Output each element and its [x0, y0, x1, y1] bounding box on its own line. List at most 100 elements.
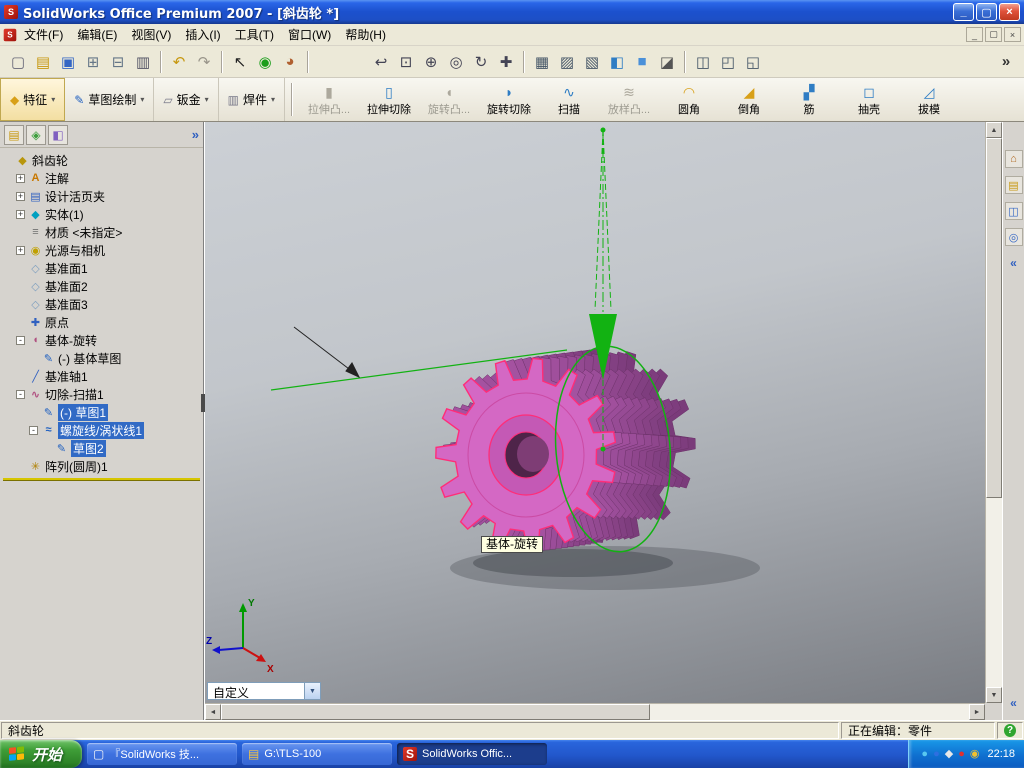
tray-icon-1[interactable]: ● — [921, 748, 928, 760]
tray-icon-3[interactable]: ◆ — [945, 748, 953, 760]
redo-button[interactable]: ↷ — [192, 50, 216, 74]
scroll-left-button[interactable]: ◄ — [205, 704, 221, 720]
rib-button[interactable]: ▞ 筋 — [779, 78, 839, 121]
revolve-boss-button[interactable]: ◖ 旋转凸... — [419, 78, 479, 121]
tree-item[interactable]: ≡ 材质 <未指定> — [0, 223, 203, 241]
configuration-tab-icon[interactable]: ◧ — [48, 124, 68, 145]
chevron-down-icon[interactable]: ▼ — [304, 683, 320, 699]
expand-toggle[interactable]: - — [16, 335, 25, 345]
help-icon[interactable]: ? — [1004, 724, 1016, 737]
close-button[interactable]: × — [999, 3, 1020, 21]
make-assembly-button[interactable]: ⊟ — [106, 50, 130, 74]
tree-item[interactable]: ✎ 草图2 — [0, 439, 203, 457]
tab-sheet-metal[interactable]: ▱ 钣金 ▾ — [154, 78, 219, 121]
pan-button[interactable]: ✚ — [494, 50, 518, 74]
expand-toggle[interactable]: + — [16, 245, 25, 255]
tray-icon-5[interactable]: ◉ — [970, 748, 980, 760]
expand-toggle[interactable]: + — [16, 209, 25, 219]
tree-item[interactable]: - ≈ 螺旋线/涡状线1 — [0, 421, 203, 439]
shadows-button[interactable]: ◪ — [655, 50, 679, 74]
toolbar-overflow-button[interactable]: » — [994, 50, 1018, 74]
panel-collapse-icon[interactable]: » — [192, 127, 199, 142]
scroll-right-button[interactable]: ► — [969, 704, 985, 720]
wireframe-button[interactable]: ▦ — [530, 50, 554, 74]
document-menu-icon[interactable]: S — [3, 28, 17, 41]
gear-model[interactable] — [435, 348, 696, 553]
expand-toggle[interactable]: + — [16, 173, 25, 183]
extrude-cut-button[interactable]: ▯ 拉伸切除 — [359, 78, 419, 121]
tree-item[interactable]: + A 注解 — [0, 169, 203, 187]
vertical-scrollbar[interactable]: ▲ ▼ — [985, 122, 1002, 703]
shaded-with-edges-button[interactable]: ◧ — [605, 50, 629, 74]
zoom-fit-button[interactable]: ◎ — [444, 50, 468, 74]
tree-item[interactable]: ╱ 基准轴1 — [0, 367, 203, 385]
property-manager-tab-icon[interactable]: ◈ — [26, 124, 46, 145]
tray-icon-4[interactable]: ● — [958, 748, 965, 760]
open-button[interactable]: ▤ — [31, 50, 55, 74]
undo-button[interactable]: ↶ — [167, 50, 191, 74]
menu-item[interactable]: 帮助(H) — [338, 24, 393, 45]
scroll-up-button[interactable]: ▲ — [986, 122, 1002, 138]
menu-item[interactable]: 插入(I) — [178, 24, 227, 45]
task-solidworks-app[interactable]: S SolidWorks Offic... — [397, 743, 548, 765]
chamfer-button[interactable]: ◢ 倒角 — [719, 78, 779, 121]
sweep-button[interactable]: ∿ 扫描 — [539, 78, 599, 121]
standard-views-button[interactable]: ◰ — [716, 50, 740, 74]
feature-tree-tab-icon[interactable]: ▤ — [4, 124, 24, 145]
section-view-button[interactable]: ◫ — [691, 50, 715, 74]
task-explorer-tls100[interactable]: ▤ G:\TLS-100 — [242, 743, 393, 765]
view-orientation-button[interactable]: ◱ — [741, 50, 765, 74]
tab-sketch[interactable]: ✎ 草图绘制 ▾ — [65, 78, 155, 121]
menu-item[interactable]: 文件(F) — [17, 24, 70, 45]
new-button[interactable]: ▢ — [6, 50, 30, 74]
extrude-boss-button[interactable]: ▮ 拉伸凸... — [299, 78, 359, 121]
zoom-area-button[interactable]: ⊡ — [394, 50, 418, 74]
tree-item[interactable]: ✎ (-) 基体草图 — [0, 349, 203, 367]
expand-toggle[interactable]: - — [16, 389, 25, 399]
tree-item[interactable]: ◆ 斜齿轮 — [0, 151, 203, 169]
resources-icon[interactable]: ⌂ — [1004, 150, 1023, 168]
child-minimize-button[interactable]: _ — [966, 27, 983, 42]
tree-item[interactable]: ✚ 原点 — [0, 313, 203, 331]
tab-weldments[interactable]: ▥ 焊件 ▾ — [219, 78, 285, 121]
file-explorer-icon[interactable]: ◫ — [1004, 202, 1023, 220]
child-close-button[interactable]: × — [1004, 27, 1021, 42]
3d-scene[interactable]: Y X Z — [205, 122, 986, 703]
rollback-bar[interactable] — [3, 478, 200, 481]
tree-item[interactable]: ✳ 阵列(圆周)1 — [0, 457, 203, 475]
edit-color-button[interactable]: ◕ — [278, 50, 302, 74]
tree-item[interactable]: ◇ 基准面2 — [0, 277, 203, 295]
rotate-view-button[interactable]: ↻ — [469, 50, 493, 74]
tree-item[interactable]: ◇ 基准面1 — [0, 259, 203, 277]
hidden-lines-removed-button[interactable]: ▧ — [580, 50, 604, 74]
view-previous-button[interactable]: ↩ — [369, 50, 393, 74]
tree-item[interactable]: + ◉ 光源与相机 — [0, 241, 203, 259]
loft-boss-button[interactable]: ≋ 放样凸... — [599, 78, 659, 121]
search-icon[interactable]: ◎ — [1004, 228, 1023, 246]
menu-item[interactable]: 视图(V) — [124, 24, 178, 45]
start-button[interactable]: 开始 — [0, 740, 83, 768]
child-restore-button[interactable]: ▢ — [985, 27, 1002, 42]
maximize-button[interactable]: ▢ — [976, 3, 997, 21]
menu-item[interactable]: 窗口(W) — [281, 24, 338, 45]
expand-toggle[interactable]: - — [29, 425, 38, 435]
vertical-scroll-thumb[interactable] — [986, 138, 1002, 499]
rebuild-button[interactable]: ◉ — [253, 50, 277, 74]
revolve-cut-button[interactable]: ◗ 旋转切除 — [479, 78, 539, 121]
draft-button[interactable]: ◿ 拔模 — [899, 78, 959, 121]
print-button[interactable]: ▥ — [131, 50, 155, 74]
menu-item[interactable]: 工具(T) — [228, 24, 281, 45]
hidden-lines-visible-button[interactable]: ▨ — [555, 50, 579, 74]
save-button[interactable]: ▣ — [56, 50, 80, 74]
tab-features[interactable]: ◆ 特征 ▾ — [0, 78, 66, 121]
expand-toggle[interactable]: + — [16, 191, 25, 201]
tree-item[interactable]: - ∿ 切除-扫描1 — [0, 385, 203, 403]
tree-item[interactable]: + ◆ 实体(1) — [0, 205, 203, 223]
tree-item[interactable]: ✎ (-) 草图1 — [0, 403, 203, 421]
view-scale-combo[interactable]: 自定义 ▼ — [207, 682, 321, 700]
select-button[interactable]: ↖ — [228, 50, 252, 74]
task-pane-collapse-icon[interactable]: « — [1010, 256, 1017, 270]
tree-item[interactable]: - ◖ 基体-旋转 — [0, 331, 203, 349]
task-solidworks-doc[interactable]: ▢ 『SolidWorks 技... — [87, 743, 238, 765]
shell-button[interactable]: ◻ 抽壳 — [839, 78, 899, 121]
